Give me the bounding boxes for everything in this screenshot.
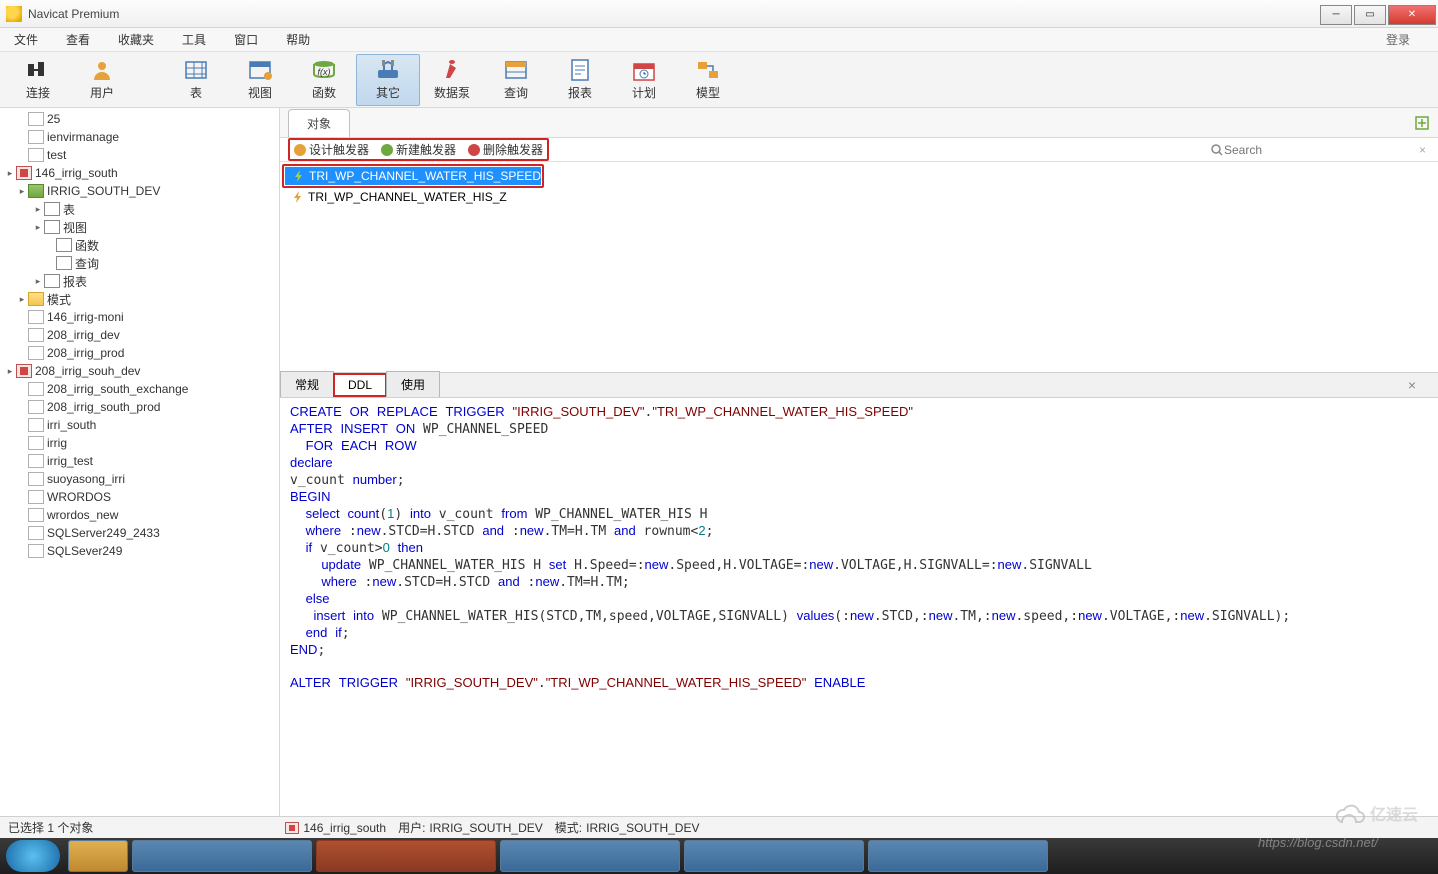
tree-node[interactable]: 146_irrig-moni — [0, 308, 279, 326]
trigger-list[interactable]: TRI_WP_CHANNEL_WATER_HIS_SPEED TRI_WP_CH… — [280, 162, 1438, 372]
tree-node[interactable]: ▸IRRIG_SOUTH_DEV — [0, 182, 279, 200]
tree-node[interactable]: test — [0, 146, 279, 164]
delete-trigger-button[interactable]: 删除触发器 — [468, 141, 543, 158]
menu-window[interactable]: 窗口 — [220, 28, 272, 51]
tab-general[interactable]: 常规 — [280, 371, 334, 397]
tree-node[interactable]: irrig_test — [0, 452, 279, 470]
tree-node[interactable]: 208_irrig_south_prod — [0, 398, 279, 416]
new-tab-icon[interactable] — [1414, 115, 1430, 131]
tree-node[interactable]: ▸208_irrig_souh_dev — [0, 362, 279, 380]
menu-tools[interactable]: 工具 — [168, 28, 220, 51]
task-item[interactable] — [684, 840, 864, 872]
detail-tabs: 常规 DDL 使用 × — [280, 372, 1438, 398]
tree-node[interactable]: 208_irrig_prod — [0, 344, 279, 362]
windows-taskbar[interactable] — [0, 838, 1438, 874]
menu-view[interactable]: 查看 — [52, 28, 104, 51]
status-mode: IRRIG_SOUTH_DEV — [586, 821, 699, 835]
tree-node[interactable]: 函数 — [0, 236, 279, 254]
maximize-button[interactable]: ▭ — [1354, 5, 1386, 25]
tb-model[interactable]: 模型 — [676, 54, 740, 106]
minimize-button[interactable]: ─ — [1320, 5, 1352, 25]
tab-usage[interactable]: 使用 — [386, 371, 440, 397]
close-detail-icon[interactable]: × — [1394, 373, 1430, 397]
status-connection: 146_irrig_south — [303, 821, 386, 835]
task-item[interactable] — [68, 840, 128, 872]
search-input[interactable]: × — [1210, 141, 1430, 159]
tree-node[interactable]: 208_irrig_dev — [0, 326, 279, 344]
url-watermark: https://blog.csdn.net/ — [1258, 835, 1378, 850]
toolbar: 连接 用户 表 视图 f(x)函数 其它 数据泵 查询 报表 计划 模型 — [0, 52, 1438, 108]
tree-node[interactable]: ▸模式 — [0, 290, 279, 308]
task-item[interactable] — [316, 840, 496, 872]
app-icon — [6, 6, 22, 22]
object-tab-row: 对象 — [280, 108, 1438, 138]
tree-node[interactable]: SQLSever249 — [0, 542, 279, 560]
tb-other[interactable]: 其它 — [356, 54, 420, 106]
tree-node[interactable]: irrig — [0, 434, 279, 452]
trigger-icon — [293, 170, 305, 182]
tree-node[interactable]: WRORDOS — [0, 488, 279, 506]
tb-report[interactable]: 报表 — [548, 54, 612, 106]
tb-schedule[interactable]: 计划 — [612, 54, 676, 106]
status-selection: 已选择 1 个对象 — [8, 819, 93, 836]
status-bar: 已选择 1 个对象 146_irrig_south 用户: IRRIG_SOUT… — [0, 816, 1438, 838]
login-link[interactable]: 登录 — [1372, 28, 1438, 51]
sql-editor[interactable]: CREATE OR REPLACE TRIGGER "IRRIG_SOUTH_D… — [280, 398, 1438, 816]
tree-node[interactable]: 查询 — [0, 254, 279, 272]
menu-help[interactable]: 帮助 — [272, 28, 324, 51]
list-item[interactable]: TRI_WP_CHANNEL_WATER_HIS_Z — [284, 188, 1438, 206]
search-icon — [1210, 143, 1224, 157]
tree-node[interactable]: ▸表 — [0, 200, 279, 218]
tree-node[interactable]: ▸146_irrig_south — [0, 164, 279, 182]
titlebar: Navicat Premium ─ ▭ ✕ — [0, 0, 1438, 28]
task-item[interactable] — [500, 840, 680, 872]
svg-text:f(x): f(x) — [318, 67, 331, 77]
window-title: Navicat Premium — [28, 7, 119, 21]
tree-node[interactable]: irri_south — [0, 416, 279, 434]
tb-query[interactable]: 查询 — [484, 54, 548, 106]
tree-node[interactable]: suoyasong_irri — [0, 470, 279, 488]
menu-file[interactable]: 文件 — [0, 28, 52, 51]
menubar: 文件 查看 收藏夹 工具 窗口 帮助 登录 — [0, 28, 1438, 52]
status-user: IRRIG_SOUTH_DEV — [429, 821, 542, 835]
object-toolbar: 设计触发器 新建触发器 删除触发器 × — [280, 138, 1438, 162]
tb-function[interactable]: f(x)函数 — [292, 54, 356, 106]
task-item[interactable] — [132, 840, 312, 872]
tree-node[interactable]: wrordos_new — [0, 506, 279, 524]
new-trigger-button[interactable]: 新建触发器 — [381, 141, 456, 158]
tree-node[interactable]: 25 — [0, 110, 279, 128]
clear-search-icon[interactable]: × — [1415, 143, 1430, 157]
tree-node[interactable]: ▸视图 — [0, 218, 279, 236]
tab-objects[interactable]: 对象 — [288, 109, 350, 137]
list-item[interactable]: TRI_WP_CHANNEL_WATER_HIS_SPEED — [285, 167, 541, 185]
design-trigger-button[interactable]: 设计触发器 — [294, 141, 369, 158]
trigger-icon — [292, 191, 304, 203]
tab-ddl[interactable]: DDL — [333, 373, 387, 397]
tree-node[interactable]: ienvirmanage — [0, 128, 279, 146]
tb-connect[interactable]: 连接 — [6, 54, 70, 106]
tb-view[interactable]: 视图 — [228, 54, 292, 106]
menu-fav[interactable]: 收藏夹 — [104, 28, 168, 51]
tree-node[interactable]: SQLServer249_2433 — [0, 524, 279, 542]
task-item[interactable] — [868, 840, 1048, 872]
tree-node[interactable]: ▸报表 — [0, 272, 279, 290]
tree-node[interactable]: 208_irrig_south_exchange — [0, 380, 279, 398]
tb-user[interactable]: 用户 — [70, 54, 134, 106]
tb-table[interactable]: 表 — [164, 54, 228, 106]
close-button[interactable]: ✕ — [1388, 5, 1436, 25]
connection-tree[interactable]: 25ienvirmanagetest▸146_irrig_south▸IRRIG… — [0, 108, 280, 816]
db-icon — [285, 822, 299, 834]
tb-datapump[interactable]: 数据泵 — [420, 54, 484, 106]
start-button[interactable] — [6, 840, 60, 872]
